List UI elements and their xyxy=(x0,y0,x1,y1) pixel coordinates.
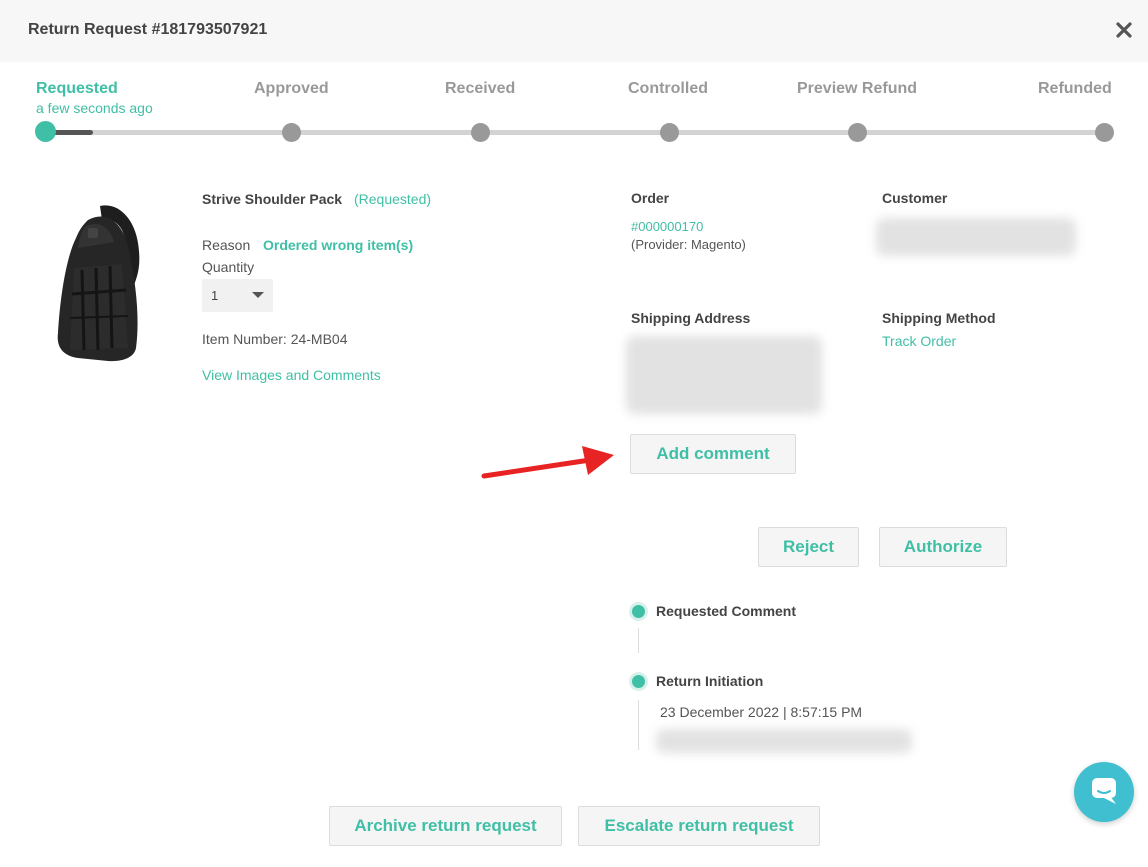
progress-track xyxy=(44,130,1106,135)
step-received: Received xyxy=(445,80,516,97)
modal-header: Return Request #181793507921 xyxy=(0,0,1148,62)
timeline-connector xyxy=(638,628,639,653)
shipping-address-label: Shipping Address xyxy=(631,310,751,326)
modal-title: Return Request #181793507921 xyxy=(28,21,268,38)
step-dot-controlled xyxy=(660,123,679,142)
reason-label: Reason xyxy=(202,237,251,253)
step-controlled: Controlled xyxy=(628,80,708,97)
customer-label: Customer xyxy=(882,190,948,206)
quantity-select[interactable]: 1 xyxy=(202,279,273,312)
timeline-dot xyxy=(632,675,645,688)
order-number-link[interactable]: #000000170 xyxy=(631,219,703,234)
view-images-link[interactable]: View Images and Comments xyxy=(202,367,381,383)
product-status: (Requested) xyxy=(354,191,432,207)
step-requested-time: a few seconds ago xyxy=(36,100,153,116)
close-icon[interactable] xyxy=(1110,16,1138,44)
shipping-address-redacted xyxy=(626,336,822,414)
timeline-connector xyxy=(638,700,639,750)
step-dot-refunded xyxy=(1095,123,1114,142)
timeline-dot xyxy=(632,605,645,618)
customer-info-redacted xyxy=(876,218,1076,256)
timeline-date: 23 December 2022 | 8:57:15 PM xyxy=(660,704,863,720)
reason-value: Ordered wrong item(s) xyxy=(263,237,414,253)
annotation-arrow-icon xyxy=(478,440,618,484)
product-name: Strive Shoulder Pack xyxy=(202,191,343,207)
step-refunded: Refunded xyxy=(1038,80,1112,97)
add-comment-button[interactable]: Add comment xyxy=(630,434,796,474)
quantity-value: 1 xyxy=(211,288,219,303)
timeline-return-initiation: Return Initiation xyxy=(656,673,764,689)
step-dot-requested xyxy=(35,121,56,142)
order-label: Order xyxy=(631,190,670,206)
chat-widget-button[interactable] xyxy=(1074,762,1134,822)
chevron-down-icon xyxy=(252,292,264,298)
timeline-detail-redacted xyxy=(656,729,912,753)
timeline-requested-comment: Requested Comment xyxy=(656,603,797,619)
authorize-button[interactable]: Authorize xyxy=(879,527,1007,567)
step-dot-received xyxy=(471,123,490,142)
track-order-link[interactable]: Track Order xyxy=(882,333,956,349)
chat-bubble-icon xyxy=(1092,778,1116,804)
step-approved: Approved xyxy=(254,80,329,97)
step-preview-refund: Preview Refund xyxy=(797,80,918,97)
step-requested: Requested xyxy=(36,80,118,97)
step-dot-approved xyxy=(282,123,301,142)
archive-return-button[interactable]: Archive return request xyxy=(329,806,562,846)
escalate-return-button[interactable]: Escalate return request xyxy=(578,806,820,846)
product-image xyxy=(48,198,146,366)
quantity-label: Quantity xyxy=(202,259,255,275)
step-dot-preview-refund xyxy=(848,123,867,142)
item-number: Item Number: 24-MB04 xyxy=(202,331,348,347)
shipping-method-label: Shipping Method xyxy=(882,310,996,326)
reject-button[interactable]: Reject xyxy=(758,527,859,567)
order-provider: (Provider: Magento) xyxy=(631,237,746,252)
